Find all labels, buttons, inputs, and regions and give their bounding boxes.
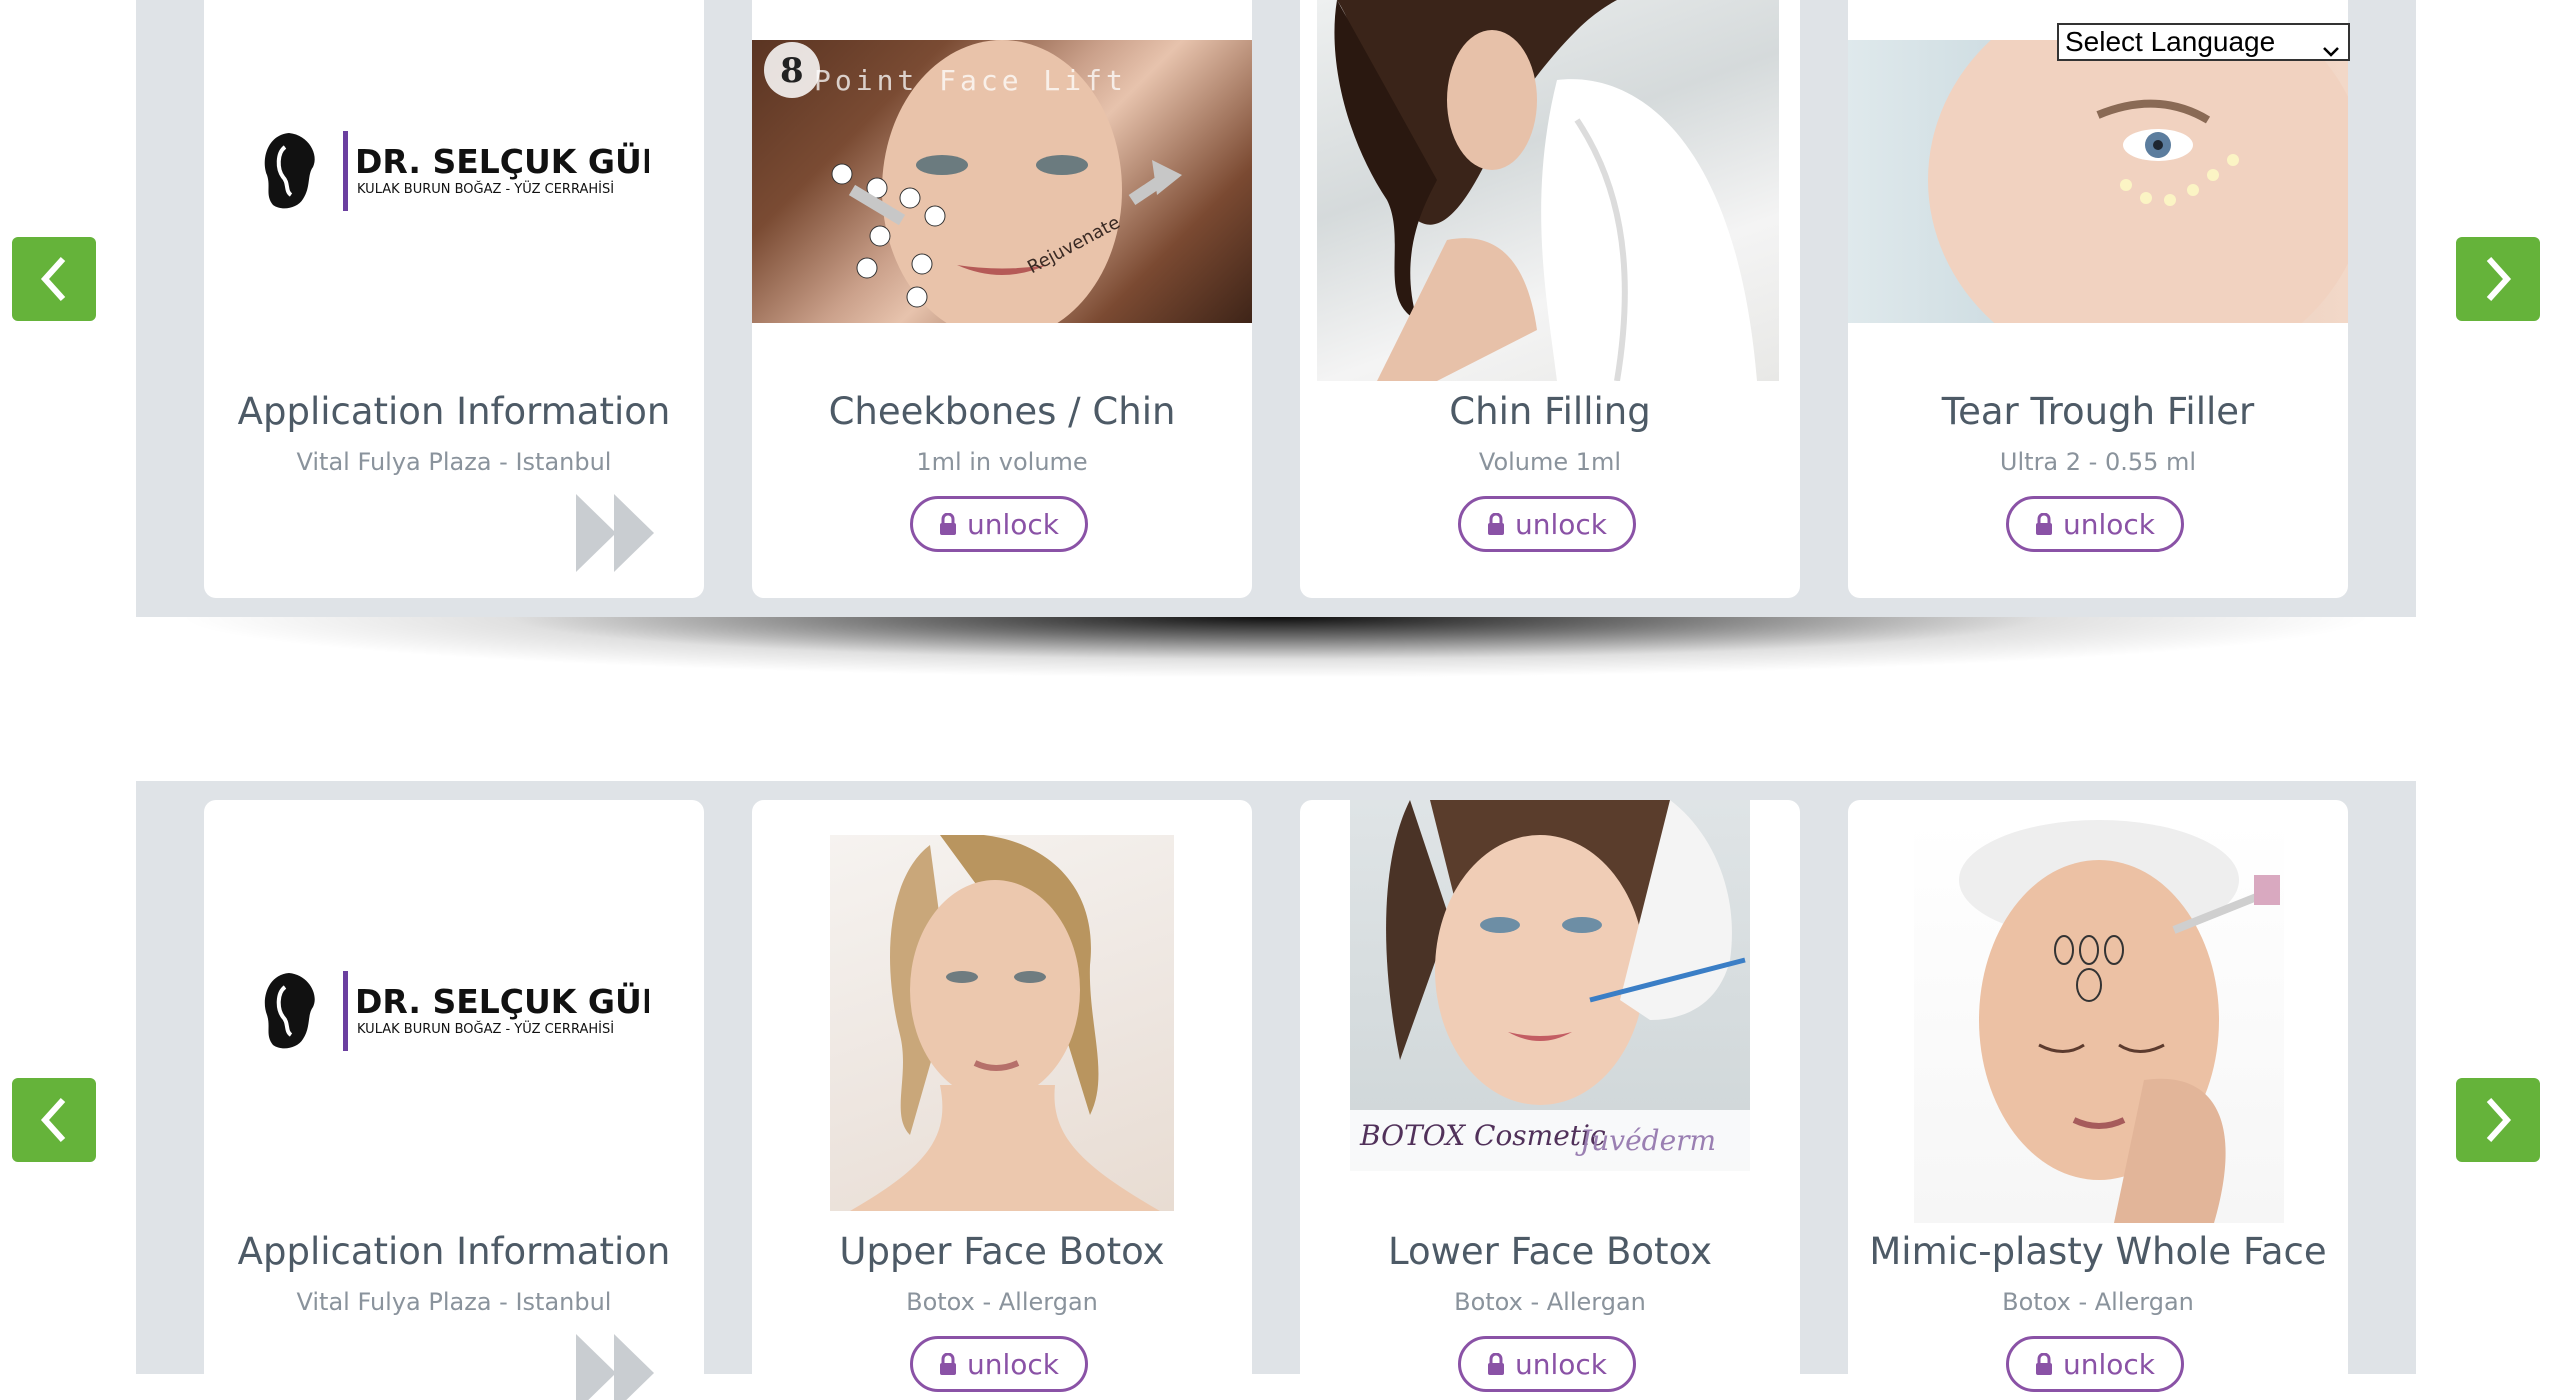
- unlock-button[interactable]: unlock: [1458, 496, 1636, 552]
- card-subtitle: Botox - Allergan: [906, 1288, 1098, 1316]
- card-title: Application Information: [237, 1230, 671, 1273]
- card-title: Chin Filling: [1449, 390, 1651, 433]
- unlock-button[interactable]: unlock: [910, 496, 1088, 552]
- svg-text:DR. SELÇUK GÜNEY: DR. SELÇUK GÜNEY: [355, 141, 649, 181]
- lower-face-image: BOTOX Cosmetic Juvéderm: [1350, 800, 1750, 1171]
- card-title: Application Information: [237, 390, 671, 433]
- card-subtitle: Volume 1ml: [1478, 448, 1622, 476]
- card-subtitle: Botox - Allergan: [1454, 1288, 1646, 1316]
- card-title: Mimic-plasty Whole Face: [1869, 1230, 2327, 1273]
- chin-filling-image: [1317, 0, 1779, 381]
- card-subtitle: Ultra 2 - 0.55 ml: [1999, 448, 2197, 476]
- carousel-prev-button[interactable]: [12, 237, 96, 321]
- language-select[interactable]: Select Language: [2057, 23, 2350, 61]
- svg-text:DR. SELÇUK GÜNEY: DR. SELÇUK GÜNEY: [355, 981, 649, 1021]
- card-application-info[interactable]: DR. SELÇUK GÜNEY KULAK BURUN BOĞAZ - YÜZ…: [204, 800, 704, 1400]
- band-shadow: [136, 617, 2416, 727]
- unlock-button[interactable]: unlock: [1458, 1336, 1636, 1392]
- card-application-info[interactable]: DR. SELÇUK GÜNEY KULAK BURUN BOĞAZ - YÜZ…: [204, 0, 704, 598]
- svg-text:KULAK BURUN BOĞAZ - YÜZ CERRAH: KULAK BURUN BOĞAZ - YÜZ CERRAHİSİ: [357, 1020, 614, 1037]
- card-upper-face-botox[interactable]: Upper Face Botox Botox - Allergan unlock: [752, 800, 1252, 1400]
- card-subtitle: 1ml in volume: [916, 448, 1088, 476]
- lock-icon: [939, 1353, 957, 1375]
- lock-icon: [1487, 513, 1505, 535]
- mimic-plasty-image: [1914, 820, 2284, 1223]
- card-subtitle: Vital Fulya Plaza - Istanbul: [296, 1288, 612, 1316]
- card-chin-filling[interactable]: Chin Filling Volume 1ml unlock: [1300, 0, 1800, 598]
- brand-logo: DR. SELÇUK GÜNEY KULAK BURUN BOĞAZ - YÜZ…: [259, 965, 649, 1055]
- card-title: Tear Trough Filler: [1941, 390, 2255, 433]
- chevron-left-icon: [40, 1097, 66, 1143]
- carousel-prev-button[interactable]: [12, 1078, 96, 1162]
- unlock-button[interactable]: unlock: [910, 1336, 1088, 1392]
- chevron-right-icon: [2486, 1097, 2512, 1143]
- svg-text:8: 8: [780, 51, 804, 91]
- card-mimic-plasty[interactable]: Mimic-plasty Whole Face Botox - Allergan…: [1848, 800, 2348, 1400]
- carousel-next-button[interactable]: [2456, 237, 2540, 321]
- card-title: Upper Face Botox: [839, 1230, 1165, 1273]
- svg-text:BOTOX Cosmetic: BOTOX Cosmetic: [1359, 1119, 1606, 1152]
- card-subtitle: Botox - Allergan: [2002, 1288, 2194, 1316]
- chevron-left-icon: [40, 256, 66, 302]
- svg-text:Point Face Lift: Point Face Lift: [814, 64, 1127, 97]
- upper-face-image: [830, 835, 1174, 1211]
- card-title: Cheekbones / Chin: [828, 390, 1176, 433]
- chevron-right-icon: [2486, 256, 2512, 302]
- lock-icon: [939, 513, 957, 535]
- fast-forward-icon[interactable]: [576, 494, 656, 576]
- card-subtitle: Vital Fulya Plaza - Istanbul: [296, 448, 612, 476]
- face-lift-image: 8 Point Face Lift Rejuvenate: [752, 40, 1252, 323]
- card-cheekbones-chin[interactable]: 8 Point Face Lift Rejuvenate Cheekbones …: [752, 0, 1252, 598]
- lock-icon: [2035, 1353, 2053, 1375]
- card-title: Lower Face Botox: [1388, 1230, 1712, 1273]
- svg-text:KULAK BURUN BOĞAZ - YÜZ CERRAH: KULAK BURUN BOĞAZ - YÜZ CERRAHİSİ: [357, 180, 614, 197]
- svg-text:Juvéderm: Juvéderm: [1575, 1124, 1716, 1157]
- language-select-label: Select Language: [2065, 26, 2276, 57]
- card-lower-face-botox[interactable]: BOTOX Cosmetic Juvéderm Lower Face Botox…: [1300, 800, 1800, 1400]
- lock-icon: [2035, 513, 2053, 535]
- dropdown-chevron-icon: [2322, 34, 2340, 66]
- card-tear-trough-filler[interactable]: Tear Trough Filler Ultra 2 - 0.55 ml unl…: [1848, 0, 2348, 598]
- unlock-button[interactable]: unlock: [2006, 496, 2184, 552]
- lock-icon: [1487, 1353, 1505, 1375]
- unlock-button[interactable]: unlock: [2006, 1336, 2184, 1392]
- fast-forward-icon[interactable]: [576, 1334, 656, 1400]
- carousel-next-button[interactable]: [2456, 1078, 2540, 1162]
- brand-logo: DR. SELÇUK GÜNEY KULAK BURUN BOĞAZ - YÜZ…: [259, 125, 649, 215]
- tear-trough-image: [1848, 40, 2348, 323]
